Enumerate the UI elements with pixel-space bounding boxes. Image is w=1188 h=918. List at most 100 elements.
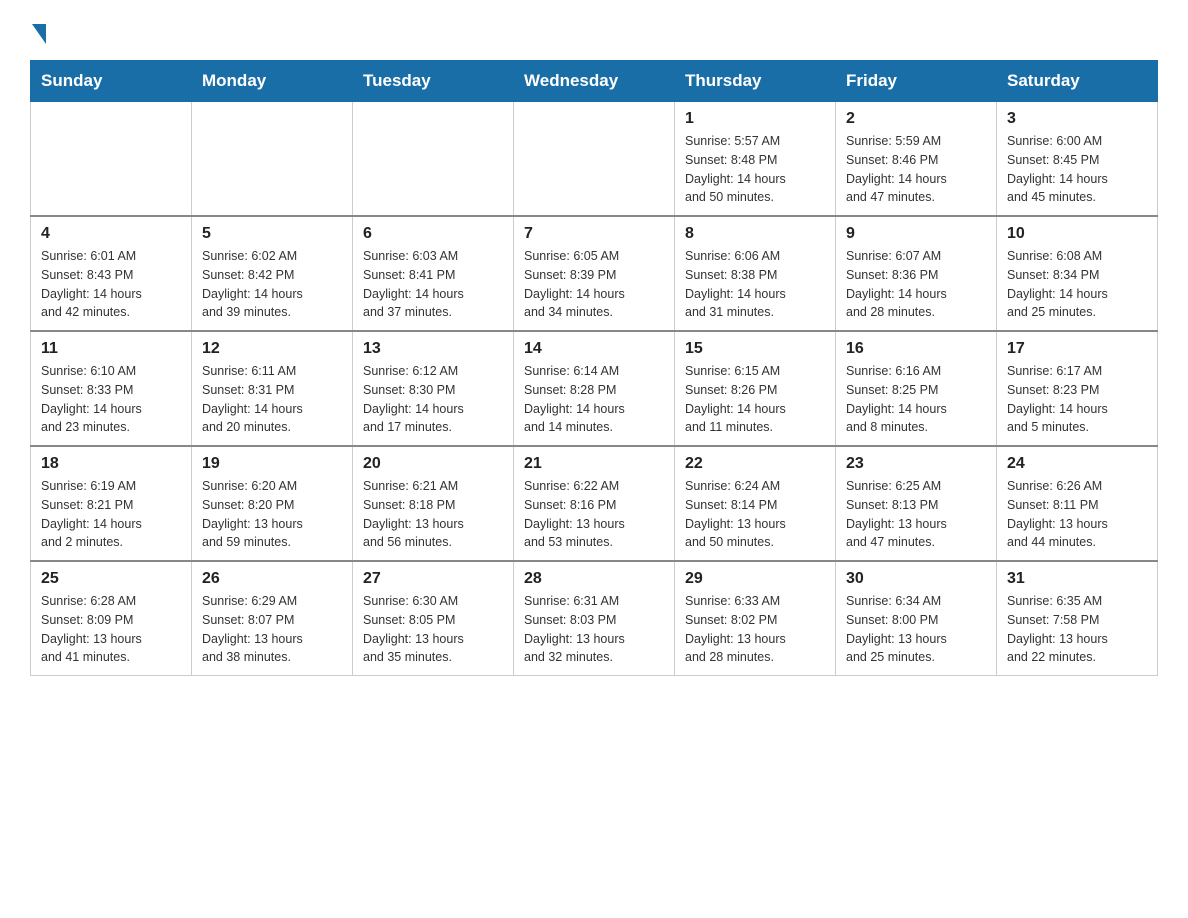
day-info: Sunrise: 6:21 AM Sunset: 8:18 PM Dayligh… (363, 477, 503, 552)
day-number: 31 (1007, 570, 1147, 588)
day-info: Sunrise: 6:10 AM Sunset: 8:33 PM Dayligh… (41, 362, 181, 437)
calendar-cell: 7Sunrise: 6:05 AM Sunset: 8:39 PM Daylig… (514, 216, 675, 331)
calendar-cell: 20 Sunrise: 6:21 AM Sunset: 8:18 PM Dayli… (353, 446, 514, 561)
day-number: 5 (202, 225, 342, 243)
day-number: 22 (685, 455, 825, 473)
day-number: 9 (846, 225, 986, 243)
day-info: Sunrise: 6:25 AM Sunset: 8:13 PM Dayligh… (846, 477, 986, 552)
day-info: Sunrise: 6:30 AM Sunset: 8:05 PM Dayligh… (363, 592, 503, 667)
day-info: Sunrise: 6:02 AM Sunset: 8:42 PM Dayligh… (202, 247, 342, 322)
calendar-cell: 15Sunrise: 6:15 AM Sunset: 8:26 PM Dayli… (675, 331, 836, 446)
day-number: 29 (685, 570, 825, 588)
day-info: Sunrise: 6:19 AM Sunset: 8:21 PM Dayligh… (41, 477, 181, 552)
weekday-header-thursday: Thursday (675, 61, 836, 102)
calendar-cell: 6Sunrise: 6:03 AM Sunset: 8:41 PM Daylig… (353, 216, 514, 331)
weekday-header-sunday: Sunday (31, 61, 192, 102)
calendar-cell: 29 Sunrise: 6:33 AM Sunset: 8:02 PM Dayli… (675, 561, 836, 676)
day-info: Sunrise: 6:33 AM Sunset: 8:02 PM Dayligh… (685, 592, 825, 667)
day-info: Sunrise: 6:35 AM Sunset: 7:58 PM Dayligh… (1007, 592, 1147, 667)
weekday-header-saturday: Saturday (997, 61, 1158, 102)
calendar-cell: 31 Sunrise: 6:35 AM Sunset: 7:58 PM Dayli… (997, 561, 1158, 676)
calendar-cell: 13 Sunrise: 6:12 AM Sunset: 8:30 PM Dayli… (353, 331, 514, 446)
day-info: Sunrise: 5:57 AM Sunset: 8:48 PM Dayligh… (685, 132, 825, 207)
calendar-cell (514, 102, 675, 217)
day-number: 16 (846, 340, 986, 358)
calendar-cell: 9Sunrise: 6:07 AM Sunset: 8:36 PM Daylig… (836, 216, 997, 331)
calendar-cell (192, 102, 353, 217)
calendar-cell: 30Sunrise: 6:34 AM Sunset: 8:00 PM Dayli… (836, 561, 997, 676)
weekday-header-friday: Friday (836, 61, 997, 102)
day-info: Sunrise: 6:06 AM Sunset: 8:38 PM Dayligh… (685, 247, 825, 322)
day-number: 14 (524, 340, 664, 358)
day-number: 3 (1007, 110, 1147, 128)
calendar-cell: 25 Sunrise: 6:28 AM Sunset: 8:09 PM Dayli… (31, 561, 192, 676)
calendar-week-5: 25 Sunrise: 6:28 AM Sunset: 8:09 PM Dayli… (31, 561, 1158, 676)
day-info: Sunrise: 5:59 AM Sunset: 8:46 PM Dayligh… (846, 132, 986, 207)
calendar-cell: 28 Sunrise: 6:31 AM Sunset: 8:03 PM Dayli… (514, 561, 675, 676)
calendar-cell: 16 Sunrise: 6:16 AM Sunset: 8:25 PM Dayli… (836, 331, 997, 446)
header (30, 20, 1158, 44)
calendar-table: SundayMondayTuesdayWednesdayThursdayFrid… (30, 60, 1158, 676)
day-info: Sunrise: 6:12 AM Sunset: 8:30 PM Dayligh… (363, 362, 503, 437)
calendar-week-4: 18 Sunrise: 6:19 AM Sunset: 8:21 PM Dayli… (31, 446, 1158, 561)
day-info: Sunrise: 6:01 AM Sunset: 8:43 PM Dayligh… (41, 247, 181, 322)
day-number: 13 (363, 340, 503, 358)
day-number: 17 (1007, 340, 1147, 358)
calendar-cell: 23 Sunrise: 6:25 AM Sunset: 8:13 PM Dayli… (836, 446, 997, 561)
day-number: 24 (1007, 455, 1147, 473)
calendar-cell: 26 Sunrise: 6:29 AM Sunset: 8:07 PM Dayli… (192, 561, 353, 676)
calendar-cell: 19 Sunrise: 6:20 AM Sunset: 8:20 PM Dayli… (192, 446, 353, 561)
calendar-cell: 10Sunrise: 6:08 AM Sunset: 8:34 PM Dayli… (997, 216, 1158, 331)
day-info: Sunrise: 6:26 AM Sunset: 8:11 PM Dayligh… (1007, 477, 1147, 552)
day-number: 2 (846, 110, 986, 128)
calendar-cell: 18 Sunrise: 6:19 AM Sunset: 8:21 PM Dayli… (31, 446, 192, 561)
day-info: Sunrise: 6:16 AM Sunset: 8:25 PM Dayligh… (846, 362, 986, 437)
day-info: Sunrise: 6:17 AM Sunset: 8:23 PM Dayligh… (1007, 362, 1147, 437)
logo-triangle-icon (32, 24, 46, 44)
day-info: Sunrise: 6:34 AM Sunset: 8:00 PM Dayligh… (846, 592, 986, 667)
day-number: 21 (524, 455, 664, 473)
calendar-cell: 24 Sunrise: 6:26 AM Sunset: 8:11 PM Dayli… (997, 446, 1158, 561)
calendar-cell: 21 Sunrise: 6:22 AM Sunset: 8:16 PM Dayli… (514, 446, 675, 561)
day-number: 11 (41, 340, 181, 358)
day-number: 4 (41, 225, 181, 243)
day-number: 28 (524, 570, 664, 588)
calendar-week-1: 1 Sunrise: 5:57 AM Sunset: 8:48 PM Daylig… (31, 102, 1158, 217)
day-number: 8 (685, 225, 825, 243)
day-number: 23 (846, 455, 986, 473)
calendar-cell: 2 Sunrise: 5:59 AM Sunset: 8:46 PM Daylig… (836, 102, 997, 217)
day-info: Sunrise: 6:22 AM Sunset: 8:16 PM Dayligh… (524, 477, 664, 552)
calendar-cell: 3Sunrise: 6:00 AM Sunset: 8:45 PM Daylig… (997, 102, 1158, 217)
calendar-cell: 22Sunrise: 6:24 AM Sunset: 8:14 PM Dayli… (675, 446, 836, 561)
weekday-header-monday: Monday (192, 61, 353, 102)
weekday-header-wednesday: Wednesday (514, 61, 675, 102)
day-info: Sunrise: 6:31 AM Sunset: 8:03 PM Dayligh… (524, 592, 664, 667)
calendar-week-2: 4 Sunrise: 6:01 AM Sunset: 8:43 PM Daylig… (31, 216, 1158, 331)
day-number: 20 (363, 455, 503, 473)
weekday-header-tuesday: Tuesday (353, 61, 514, 102)
day-info: Sunrise: 6:29 AM Sunset: 8:07 PM Dayligh… (202, 592, 342, 667)
day-info: Sunrise: 6:20 AM Sunset: 8:20 PM Dayligh… (202, 477, 342, 552)
calendar-cell: 4 Sunrise: 6:01 AM Sunset: 8:43 PM Daylig… (31, 216, 192, 331)
calendar-cell: 1 Sunrise: 5:57 AM Sunset: 8:48 PM Daylig… (675, 102, 836, 217)
weekday-header-row: SundayMondayTuesdayWednesdayThursdayFrid… (31, 61, 1158, 102)
day-number: 18 (41, 455, 181, 473)
calendar-cell: 8 Sunrise: 6:06 AM Sunset: 8:38 PM Daylig… (675, 216, 836, 331)
day-number: 19 (202, 455, 342, 473)
day-info: Sunrise: 6:05 AM Sunset: 8:39 PM Dayligh… (524, 247, 664, 322)
calendar-cell: 14 Sunrise: 6:14 AM Sunset: 8:28 PM Dayli… (514, 331, 675, 446)
day-number: 1 (685, 110, 825, 128)
calendar-cell: 27 Sunrise: 6:30 AM Sunset: 8:05 PM Dayli… (353, 561, 514, 676)
calendar-cell (353, 102, 514, 217)
day-info: Sunrise: 6:11 AM Sunset: 8:31 PM Dayligh… (202, 362, 342, 437)
day-number: 15 (685, 340, 825, 358)
calendar-cell: 11 Sunrise: 6:10 AM Sunset: 8:33 PM Dayli… (31, 331, 192, 446)
day-number: 25 (41, 570, 181, 588)
calendar-cell: 12Sunrise: 6:11 AM Sunset: 8:31 PM Dayli… (192, 331, 353, 446)
day-number: 26 (202, 570, 342, 588)
day-info: Sunrise: 6:28 AM Sunset: 8:09 PM Dayligh… (41, 592, 181, 667)
day-info: Sunrise: 6:03 AM Sunset: 8:41 PM Dayligh… (363, 247, 503, 322)
logo (30, 20, 46, 44)
day-info: Sunrise: 6:14 AM Sunset: 8:28 PM Dayligh… (524, 362, 664, 437)
day-number: 27 (363, 570, 503, 588)
